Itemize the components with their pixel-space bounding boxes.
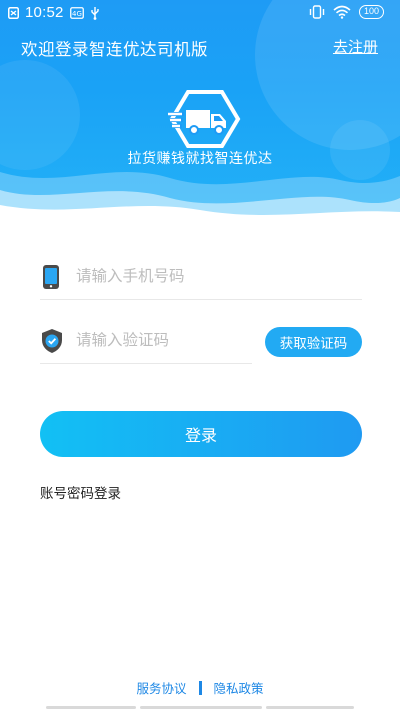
battery-icon: 100 <box>358 5 384 19</box>
login-screen: 10:52 4G 100 欢迎登录智连优达司机版 去注册 拉货赚钱就找智连优达 … <box>0 0 400 711</box>
phone-field <box>40 254 362 300</box>
get-code-button[interactable]: 获取验证码 <box>265 327 362 357</box>
wifi-icon <box>333 5 351 19</box>
vibrate-icon <box>309 5 325 19</box>
hd-icon: 4G <box>69 6 84 19</box>
svg-text:4G: 4G <box>72 10 82 18</box>
status-time: 10:52 <box>25 4 64 21</box>
shield-check-icon <box>42 329 62 353</box>
verification-code-input[interactable] <box>76 326 246 354</box>
login-button[interactable]: 登录 <box>40 411 362 457</box>
usb-icon <box>90 6 99 20</box>
app-title: 欢迎登录智连优达司机版 <box>21 40 208 59</box>
header-banner: 10:52 4G 100 欢迎登录智连优达司机版 去注册 拉货赚钱就找智连优达 <box>0 0 400 222</box>
status-bar: 10:52 4G 100 <box>0 0 400 28</box>
phone-icon <box>43 265 59 289</box>
service-agreement-link[interactable]: 服务协议 <box>136 678 186 697</box>
password-login-link[interactable]: 账号密码登录 <box>40 482 121 502</box>
footer-links: 服务协议 隐私政策 <box>0 678 400 697</box>
truck-logo-icon <box>168 90 241 148</box>
footer-divider <box>198 680 202 695</box>
register-link[interactable]: 去注册 <box>333 36 378 57</box>
notification-icon <box>8 6 19 19</box>
nav-hint-bar <box>266 706 354 709</box>
nav-hint-bar <box>140 706 262 709</box>
battery-level: 100 <box>363 6 379 16</box>
phone-input[interactable] <box>76 262 346 290</box>
slogan: 拉货赚钱就找智连优达 <box>127 151 273 167</box>
nav-hint-bar <box>46 706 136 709</box>
privacy-policy-link[interactable]: 隐私政策 <box>214 678 264 697</box>
verification-code-field <box>40 318 252 364</box>
